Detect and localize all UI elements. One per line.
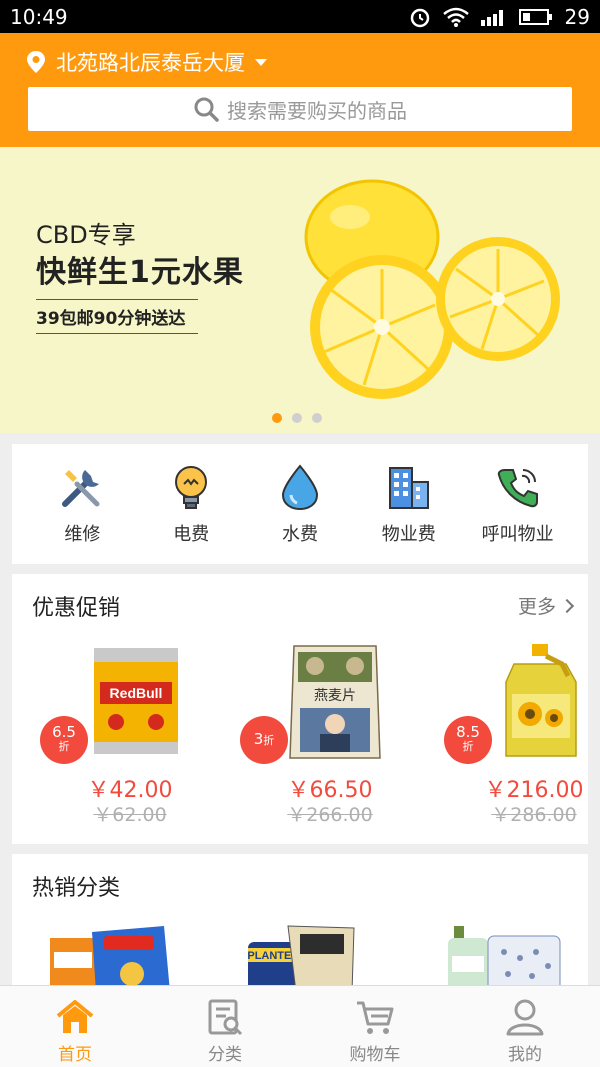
chevron-right-icon [559,598,575,613]
cart-icon [357,1001,394,1034]
more-link[interactable]: 更多 [517,592,575,619]
app-header: 北苑路北辰泰岳大厦 搜索需要购买的商品 [0,33,600,147]
nuts-category-image[interactable]: PLANTERS [244,922,374,992]
signal-icon [480,9,503,26]
search-icon [194,97,219,122]
lightbulb-icon [175,466,208,509]
service-repair[interactable]: 维修 [32,462,132,546]
service-electricity[interactable]: 电费 [141,462,241,546]
wifi-icon [442,7,469,27]
banner-line3: 39包邮90分钟送达 [36,299,198,334]
service-call-property[interactable]: 呼叫物业 [468,462,568,546]
more-label: 更多 [517,596,556,618]
discount-unit: 折 [263,734,275,747]
discount-badge: 6.5 折 [40,716,88,764]
cooking-oil-bottle-image [505,644,577,757]
banner-line2: 快鲜生1元水果 [36,255,244,290]
product-card[interactable]: 燕麦片 3折 ￥66.50 ￥266.00 [240,642,420,832]
water-drop-icon [281,464,318,511]
oat-flakes-bag-image: 燕麦片 [289,645,381,759]
carousel-dot[interactable] [312,413,322,423]
discount-value: 8.5 [456,723,480,741]
promo-banner[interactable]: CBD专享 快鲜生1元水果 39包邮90分钟送达 [0,147,600,433]
alarm-icon [410,8,429,27]
discount-badge: 8.5 折 [444,716,492,764]
service-label: 维修 [64,524,101,545]
service-label: 物业费 [381,524,436,545]
category-list-icon [208,999,243,1036]
home-icon [56,1000,94,1033]
carousel-dot[interactable] [272,413,282,423]
product-original-price: ￥62.00 [93,804,167,826]
location-pin-icon [27,51,45,73]
service-label: 水费 [281,524,318,545]
discount-value: 6.5 [52,723,76,741]
battery-level: 29 [564,4,590,29]
product-original-price: ￥286.00 [491,804,577,826]
tab-label: 首页 [58,1045,92,1065]
status-bar: 10:49 29 [0,0,600,33]
location-selector[interactable]: 北苑路北辰泰岳大厦 [26,47,267,77]
service-label: 呼叫物业 [481,524,554,545]
discount-badge: 3折 [240,716,288,764]
tab-category[interactable]: 分类 [150,986,300,1067]
redbull-can-image: RedBull [94,648,178,754]
status-time: 10:49 [10,4,68,29]
svg-text:RedBull: RedBull [110,685,163,701]
search-input[interactable]: 搜索需要购买的商品 [28,87,572,131]
tab-label: 我的 [508,1045,542,1065]
carousel-indicator [272,413,322,423]
product-card[interactable]: RedBull 6.5 折 ￥42.00 ￥62.00 [40,642,220,832]
banner-line1: CBD专享 [36,221,136,249]
wrench-screwdriver-icon [62,470,100,507]
discount-value: 3 [253,730,264,748]
location-text: 北苑路北辰泰岳大厦 [56,51,245,75]
tab-cart[interactable]: 购物车 [300,986,450,1067]
carousel-dot[interactable] [292,413,302,423]
service-water[interactable]: 水费 [250,462,350,546]
svg-text:燕麦片: 燕麦片 [314,688,356,704]
tab-profile[interactable]: 我的 [450,986,600,1067]
lemons-image [304,179,560,399]
phone-icon [497,469,538,508]
section-title: 优惠促销 [32,596,121,621]
product-original-price: ￥266.00 [287,804,373,826]
user-icon [506,999,544,1036]
building-icon [388,467,429,509]
search-placeholder: 搜索需要购买的商品 [227,98,407,123]
tab-label: 分类 [208,1045,242,1065]
promotions-section: 优惠促销 更多 RedBull 6.5 折 ￥42.00 ￥62.00 燕麦片 [12,574,588,844]
service-label: 电费 [173,524,210,545]
battery-icon [518,8,552,25]
discount-unit: 折 [58,739,70,753]
section-title: 热销分类 [32,876,121,901]
services-grid: 维修 电费 水费 物业费 呼叫物业 [12,444,588,564]
service-property-fee[interactable]: 物业费 [359,462,459,546]
snacks-category-image[interactable] [46,922,176,992]
chevron-down-icon [255,58,267,66]
tab-label: 购物车 [349,1045,401,1065]
product-card[interactable]: 8.5 折 ￥216.00 ￥286.00 [444,642,600,832]
tab-home[interactable]: 首页 [0,986,150,1067]
daily-goods-category-image[interactable] [444,922,574,992]
bottom-tab-bar: 首页 分类 购物车 我的 [0,985,600,1067]
discount-unit: 折 [462,739,474,753]
